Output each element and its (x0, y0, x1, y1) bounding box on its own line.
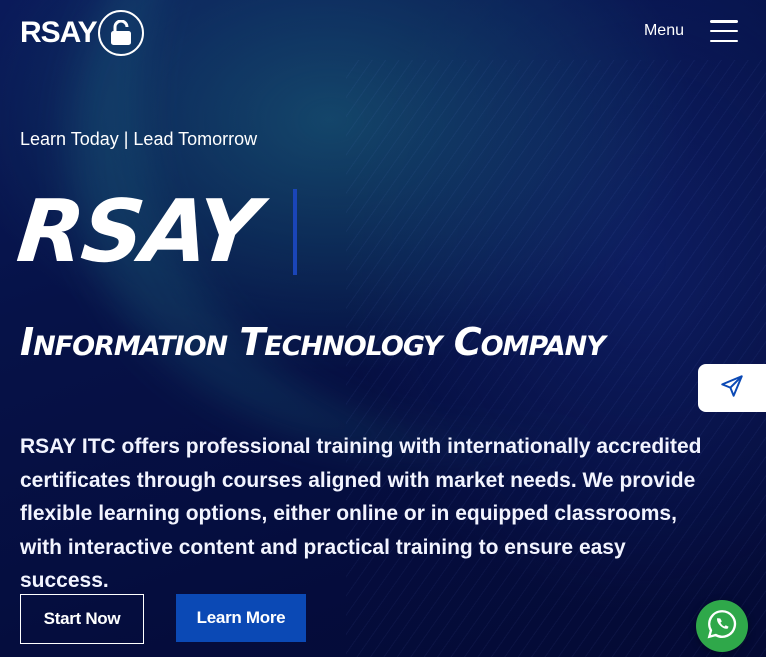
learn-more-button[interactable]: Learn More (176, 594, 306, 642)
logo-text: RSAY (20, 16, 98, 49)
hero-description: RSAY ITC offers professional training wi… (20, 435, 702, 592)
whatsapp-icon (705, 607, 739, 646)
site-header: RSAY Menu (0, 0, 766, 64)
hero-brand-title: RSAY (12, 182, 263, 282)
start-now-button[interactable]: Start Now (20, 594, 144, 644)
contact-send-button[interactable] (698, 364, 766, 412)
send-icon (719, 373, 745, 404)
hamburger-icon[interactable] (710, 20, 738, 42)
menu-toggle[interactable]: Menu (644, 20, 738, 42)
lock-icon (97, 10, 144, 56)
menu-label: Menu (643, 22, 684, 39)
site-logo[interactable]: RSAY (20, 10, 144, 56)
hero-subtitle: Information Technology Company (20, 320, 606, 364)
hero-tagline: Learn Today | Lead Tomorrow (20, 129, 258, 149)
typing-cursor (293, 189, 297, 275)
whatsapp-button[interactable] (696, 600, 748, 652)
